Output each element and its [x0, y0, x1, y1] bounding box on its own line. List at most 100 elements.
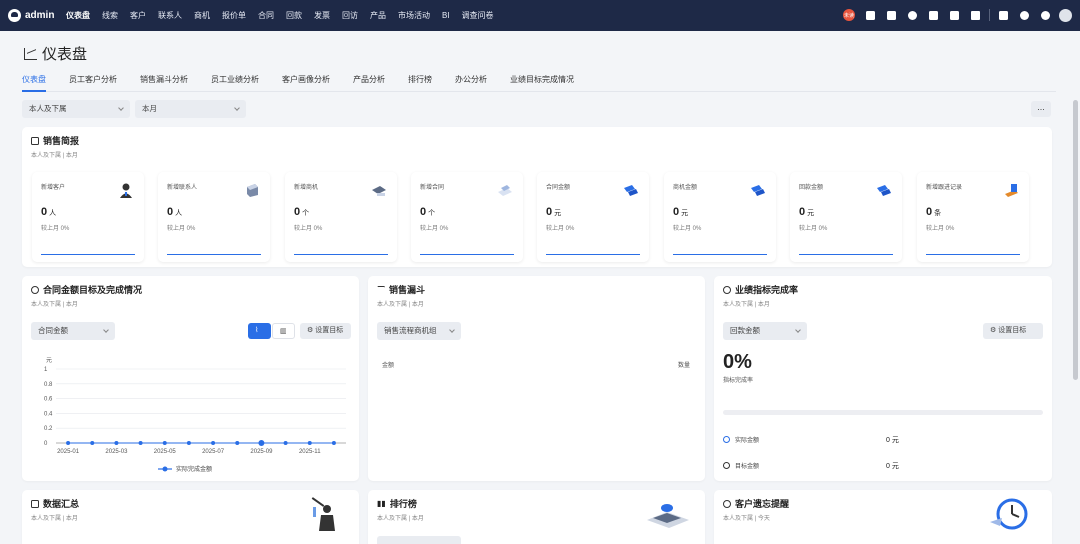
- stat-card[interactable]: 新增联系人 0 人较上月 0%: [158, 172, 270, 262]
- data-point: [162, 441, 167, 445]
- line-chart-icon: ⌇: [255, 327, 259, 334]
- nav-item-visits[interactable]: 回访: [336, 0, 364, 31]
- y-tick-label: 1: [44, 367, 48, 373]
- contract-goal-chart: 元 0 0.2 0.4 0.6 0.8 1 2025-01 2025-03 2025-05 2025…: [44, 357, 346, 473]
- money-icon: [624, 185, 638, 196]
- tab-product-analysis[interactable]: 产品分析: [353, 74, 385, 92]
- nav-item-campaigns[interactable]: 市场活动: [392, 0, 436, 31]
- stat-compare: 较上月 0%: [546, 226, 575, 232]
- contract-metric-select[interactable]: 合同金额: [31, 322, 115, 340]
- nav-item-bi[interactable]: BI: [436, 0, 456, 31]
- nav-item-customers[interactable]: 客户: [124, 0, 152, 31]
- legend-marker: [162, 466, 168, 472]
- kpi-title: 业绩指标完成率: [723, 283, 798, 296]
- target-dot-icon: [723, 462, 730, 469]
- tab-sales-funnel[interactable]: 销售漏斗分析: [140, 74, 188, 92]
- legend-label: 实际完成金额: [176, 465, 212, 473]
- kpi-set-goal-button[interactable]: ⚙ 设置目标: [983, 323, 1043, 339]
- clock-icon[interactable]: [946, 8, 962, 22]
- stat-card[interactable]: 新增商机 0 个较上月 0%: [285, 172, 397, 262]
- chevron-down-icon: [103, 327, 109, 333]
- chevron-down-icon: [118, 105, 124, 111]
- stat-bar: [420, 253, 514, 255]
- stat-card[interactable]: 新增客户 0 人较上月 0%: [32, 172, 144, 262]
- nav-item-payments[interactable]: 回款: [280, 0, 308, 31]
- set-goal-button[interactable]: ⚙ 设置目标: [300, 323, 351, 339]
- kpi-percent-label: 指标完成率: [723, 378, 754, 384]
- contact-icon: [247, 184, 258, 197]
- nav-item-contracts[interactable]: 合同: [252, 0, 280, 31]
- stat-card[interactable]: 商机金额 0 元较上月 0%: [664, 172, 776, 262]
- nav-item-leads[interactable]: 线索: [96, 0, 124, 31]
- edit-icon[interactable]: [995, 8, 1011, 22]
- nav-item-dashboard[interactable]: 仪表盘: [60, 0, 96, 31]
- logo-icon: [8, 9, 21, 22]
- document-icon[interactable]: [925, 8, 941, 22]
- top-nav-bar: admin 仪表盘 线索 客户 联系人 商机 报价单 合同 回款 发票 回访 产…: [0, 0, 1080, 31]
- tab-employee-customer[interactable]: 员工客户分析: [69, 74, 117, 92]
- stat-compare: 较上月 0%: [167, 226, 196, 232]
- kpi-subtitle: 本人及下属 | 本月: [723, 302, 770, 308]
- stat-value: 0元: [546, 206, 562, 218]
- money-icon: [877, 185, 891, 196]
- more-button[interactable]: ...: [1031, 101, 1051, 117]
- data-point: [66, 441, 71, 445]
- notification-badge[interactable]: 未读: [841, 8, 857, 22]
- funnel-group-select[interactable]: 销售流程商机组: [377, 322, 461, 340]
- app-name: admin: [25, 10, 55, 21]
- x-tick-label: 2025-09: [250, 449, 273, 455]
- page-scrollbar[interactable]: [1073, 100, 1078, 380]
- tab-goal-completion[interactable]: 业绩目标完成情况: [510, 74, 574, 92]
- stat-card[interactable]: 新增合同 0 个较上月 0%: [411, 172, 523, 262]
- scope-select-value: 本人及下属: [29, 104, 67, 113]
- nav-item-products[interactable]: 产品: [364, 0, 392, 31]
- tab-employee-performance[interactable]: 员工业绩分析: [211, 74, 259, 92]
- x-tick-label: 2025-03: [105, 449, 128, 455]
- calendar-icon[interactable]: [967, 8, 983, 22]
- data-summary-subtitle: 本人及下属 | 本月: [31, 516, 78, 522]
- scope-select[interactable]: 本人及下属: [22, 100, 130, 118]
- kpi-target-value: 0 元: [886, 463, 899, 470]
- nav-item-surveys[interactable]: 调查问卷: [456, 0, 500, 31]
- line-chart-toggle[interactable]: ⌇: [248, 323, 271, 339]
- bar-chart-toggle[interactable]: ▥: [272, 323, 295, 339]
- kpi-metric-select[interactable]: 回款金额: [723, 322, 807, 340]
- message-icon[interactable]: [862, 8, 878, 22]
- nav-item-contacts[interactable]: 联系人: [152, 0, 188, 31]
- data-point: [331, 441, 336, 445]
- y-tick-label: 0.2: [44, 426, 53, 432]
- stat-label: 商机金额: [673, 185, 698, 191]
- reminder-subtitle: 本人及下属 | 今天: [723, 516, 770, 522]
- tab-ranking[interactable]: 排行榜: [408, 74, 432, 92]
- tab-customer-portrait[interactable]: 客户画像分析: [282, 74, 330, 92]
- nav-item-quotes[interactable]: 报价单: [216, 0, 252, 31]
- stat-value: 0条: [926, 206, 942, 218]
- gear-icon[interactable]: [1037, 8, 1053, 22]
- user-avatar[interactable]: [1059, 8, 1072, 22]
- period-select[interactable]: 本月: [135, 100, 246, 118]
- app-logo[interactable]: admin: [8, 9, 60, 22]
- contract-goal-title: 合同金额目标及完成情况: [31, 283, 142, 296]
- kpi-progress-bar: [723, 410, 1043, 415]
- stat-label: 新增联系人: [167, 185, 198, 191]
- gear-icon: ⚙: [307, 327, 316, 334]
- nav-item-invoices[interactable]: 发票: [308, 0, 336, 31]
- data-point: [283, 441, 288, 445]
- bar-chart-icon: ▮▮: [377, 499, 386, 508]
- tab-dashboard[interactable]: 仪表盘: [22, 74, 46, 92]
- target-icon: [31, 285, 39, 294]
- tab-office-analysis[interactable]: 办公分析: [455, 74, 487, 92]
- y-tick-label: 0.6: [44, 397, 53, 403]
- main-nav: 仪表盘 线索 客户 联系人 商机 报价单 合同 回款 发票 回访 产品 市场活动…: [60, 0, 500, 31]
- nav-item-opportunities[interactable]: 商机: [188, 0, 216, 31]
- bell-icon[interactable]: [1016, 8, 1032, 22]
- stat-card[interactable]: 新增跟进记录 0 条较上月 0%: [917, 172, 1029, 262]
- ranking-select[interactable]: [377, 536, 461, 544]
- clock-icon: [723, 499, 731, 508]
- stat-card[interactable]: 回款金额 0 元较上月 0%: [790, 172, 902, 262]
- stat-card[interactable]: 合同金额 0 元较上月 0%: [537, 172, 649, 262]
- task-icon[interactable]: [883, 8, 899, 22]
- unread-badge: 未读: [843, 9, 855, 21]
- person-icon[interactable]: [904, 8, 920, 22]
- funnel-count-label: 数量: [678, 363, 691, 369]
